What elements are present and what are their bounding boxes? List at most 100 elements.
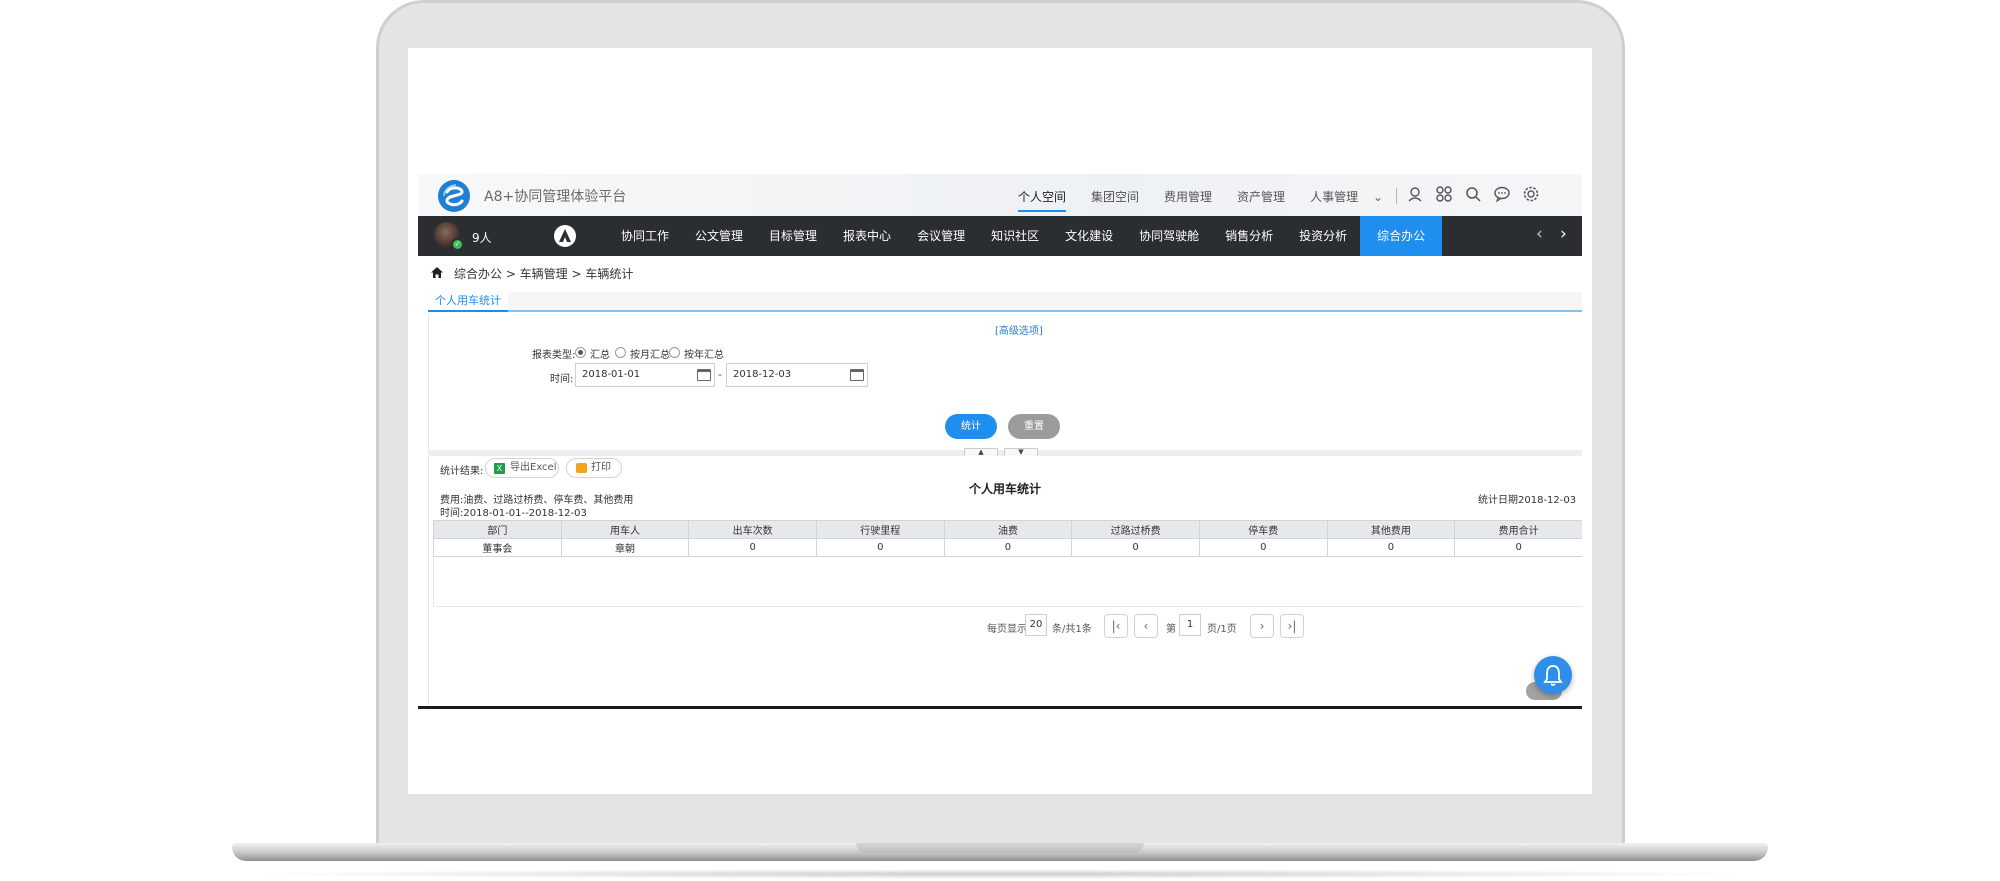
col-user[interactable]: 用车人 <box>560 520 690 539</box>
chevron-right-icon[interactable]: › <box>1560 224 1567 244</box>
message-icon[interactable] <box>1493 185 1511 203</box>
tab-bar: 个人用车统计 <box>428 292 1582 312</box>
stat-date: 统计日期2018-12-03 <box>1478 495 1577 506</box>
per-page-label: 每页显示 <box>987 624 1027 635</box>
top-divider <box>1396 188 1397 204</box>
col-mileage[interactable]: 行驶里程 <box>815 520 945 539</box>
calendar-icon[interactable] <box>697 369 711 381</box>
nav-arrows: ‹ › <box>1522 216 1582 256</box>
page-suffix: 页/1页 <box>1207 624 1237 635</box>
settings-icon[interactable] <box>1522 185 1540 203</box>
next-page-icon[interactable]: › <box>1250 614 1274 638</box>
table-row[interactable]: 董事会 章朝 0 0 0 0 0 0 0 <box>433 538 1582 557</box>
collapse-up-icon[interactable]: ▲ <box>964 448 998 456</box>
cell-fuel: 0 <box>943 538 1073 557</box>
col-total[interactable]: 费用合计 <box>1454 520 1582 539</box>
time-label: 时间: <box>550 374 574 385</box>
laptop-shadow <box>240 869 1760 879</box>
col-fuel[interactable]: 油费 <box>943 520 1073 539</box>
total-label: 条/共1条 <box>1052 624 1092 635</box>
app-window: A8+协同管理体验平台 个人空间 集团空间 费用管理 资产管理 人事管理 ⌄ ✓ <box>418 174 1582 710</box>
radio-yearly[interactable] <box>669 347 680 358</box>
table-header-row: 部门 用车人 出车次数 行驶里程 油费 过路过桥费 停车费 其他费用 费用合计 <box>433 520 1582 539</box>
nav-item-knowledge[interactable]: 知识社区 <box>978 216 1052 256</box>
export-excel-label: 导出Excel <box>510 462 557 473</box>
col-department[interactable]: 部门 <box>433 520 562 539</box>
cell-mileage: 0 <box>815 538 945 557</box>
nav-item-collab[interactable]: 协同工作 <box>608 216 682 256</box>
nav-item-documents[interactable]: 公文管理 <box>682 216 756 256</box>
top-tab-personal[interactable]: 个人空间 <box>1018 188 1067 212</box>
date-from-input[interactable]: 2018-01-01 <box>575 363 715 387</box>
nav-item-culture[interactable]: 文化建设 <box>1052 216 1126 256</box>
col-trips[interactable]: 出车次数 <box>688 520 817 539</box>
date-to-input[interactable]: 2018-12-03 <box>726 363 868 387</box>
page-input[interactable]: 1 <box>1179 614 1201 636</box>
pagination: 每页显示 20 条/共1条 |‹ ‹ 第 1 页/1页 › ›| <box>429 606 1582 646</box>
col-other[interactable]: 其他费用 <box>1326 520 1456 539</box>
laptop-notch <box>856 843 1144 853</box>
top-bar: A8+协同管理体验平台 个人空间 集团空间 费用管理 资产管理 人事管理 ⌄ <box>418 174 1582 216</box>
expand-down-icon[interactable]: ▼ <box>1004 448 1038 456</box>
nav-item-goals[interactable]: 目标管理 <box>756 216 830 256</box>
cell-department: 董事会 <box>433 538 562 557</box>
nav-item-cockpit[interactable]: 协同驾驶舱 <box>1126 216 1212 256</box>
nav-home-logo-icon[interactable] <box>554 225 576 247</box>
result-label: 统计结果: <box>440 466 484 477</box>
advanced-options-link[interactable]: [高级选项] <box>995 322 1043 337</box>
main-navbar: ✓ 9人 协同工作 公文管理 目标管理 报表中心 会议管理 知识社区 文化建设 … <box>418 216 1582 256</box>
radio-summary-label: 汇总 <box>590 350 610 361</box>
cell-toll: 0 <box>1071 538 1200 557</box>
top-tab-hr[interactable]: 人事管理 <box>1310 188 1358 212</box>
chevron-left-icon[interactable]: ‹ <box>1536 224 1543 244</box>
cell-parking: 0 <box>1198 538 1328 557</box>
breadcrumb-path: 综合办公 > 车辆管理 > 车辆统计 <box>454 267 634 281</box>
prev-page-icon[interactable]: ‹ <box>1134 614 1158 638</box>
date-from-value: 2018-01-01 <box>582 369 641 380</box>
brand-logo-icon <box>438 180 470 212</box>
nav-item-reports[interactable]: 报表中心 <box>830 216 904 256</box>
online-status-icon: ✓ <box>451 238 464 251</box>
reset-button[interactable]: 重置 <box>1008 414 1060 439</box>
app-bottom-edge <box>418 706 1582 709</box>
top-tab-asset[interactable]: 资产管理 <box>1237 188 1285 212</box>
print-button[interactable]: 打印 <box>566 458 622 478</box>
home-icon[interactable] <box>430 266 444 279</box>
online-count[interactable]: 9人 <box>472 229 492 246</box>
nav-items: 协同工作 公文管理 目标管理 报表中心 会议管理 知识社区 文化建设 协同驾驶舱… <box>608 216 1443 256</box>
export-excel-button[interactable]: X 导出Excel <box>485 458 559 478</box>
radio-summary[interactable] <box>575 347 586 358</box>
location-icon[interactable] <box>1406 185 1424 203</box>
top-tab-group[interactable]: 集团空间 <box>1091 188 1139 212</box>
radio-yearly-label: 按年汇总 <box>684 350 724 361</box>
app-title: A8+协同管理体验平台 <box>484 189 627 205</box>
last-page-icon[interactable]: ›| <box>1280 614 1304 638</box>
radio-monthly[interactable] <box>615 347 626 358</box>
apps-icon[interactable] <box>1435 185 1453 203</box>
page-prefix: 第 <box>1166 624 1176 635</box>
cell-trips: 0 <box>688 538 817 557</box>
filter-form: [高级选项] 报表类型: 汇总 按月汇总 按年汇总 时间: 2018-01-01… <box>428 314 1582 450</box>
chevron-down-icon[interactable]: ⌄ <box>1373 190 1383 204</box>
col-parking[interactable]: 停车费 <box>1198 520 1328 539</box>
top-tab-expense[interactable]: 费用管理 <box>1164 188 1212 212</box>
calendar-icon[interactable] <box>850 369 864 381</box>
search-icon[interactable] <box>1464 185 1482 203</box>
report-type-label: 报表类型: <box>532 350 576 361</box>
tab-personal-vehicle-stats[interactable]: 个人用车统计 <box>428 292 508 312</box>
laptop-mockup: A8+协同管理体验平台 个人空间 集团空间 费用管理 资产管理 人事管理 ⌄ ✓ <box>0 0 2000 881</box>
cell-user: 章朝 <box>560 538 690 557</box>
submit-stats-button[interactable]: 统计 <box>945 414 997 439</box>
nav-item-sales[interactable]: 销售分析 <box>1212 216 1286 256</box>
nav-item-office[interactable]: 综合办公 <box>1360 216 1443 256</box>
excel-icon: X <box>494 463 505 474</box>
col-toll[interactable]: 过路过桥费 <box>1071 520 1200 539</box>
nav-item-investment[interactable]: 投资分析 <box>1286 216 1360 256</box>
notification-bell-icon[interactable] <box>1534 656 1572 694</box>
top-icons <box>1406 185 1551 203</box>
time-note: 时间:2018-01-01--2018-12-03 <box>440 508 587 519</box>
first-page-icon[interactable]: |‹ <box>1104 614 1128 638</box>
per-page-input[interactable]: 20 <box>1025 614 1047 636</box>
nav-item-meetings[interactable]: 会议管理 <box>904 216 978 256</box>
cell-other: 0 <box>1326 538 1456 557</box>
